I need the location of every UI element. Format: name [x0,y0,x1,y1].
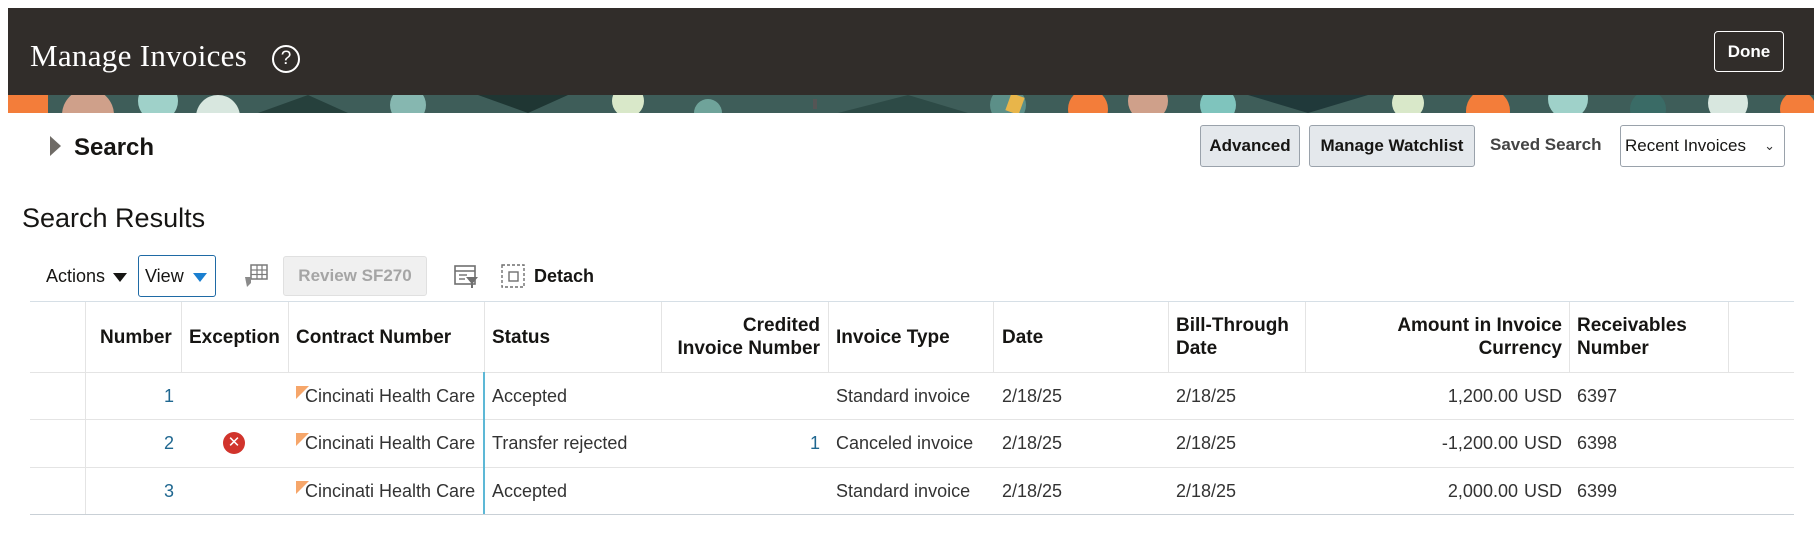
detach-button[interactable]: Detach [534,266,594,287]
credited-invoice-link[interactable]: 1 [662,432,820,454]
actions-menu-label: Actions [46,266,106,286]
column-divider [1728,302,1729,372]
currency-code: USD [1523,433,1562,453]
date-cell: 2/18/25 [1002,481,1063,501]
table-bottom-border [30,514,1794,515]
error-circle-icon[interactable]: ✕ [223,432,245,454]
review-sf270-label: Review SF270 [298,266,412,285]
invoice-number-link[interactable]: 1 [100,385,174,407]
row-divider [30,467,1794,468]
caret-down-icon [193,273,207,282]
amount-cell: 1,200.00 USD [1306,385,1562,407]
receivables-number-cell: 6397 [1577,386,1618,406]
column-header-date[interactable]: Date [1002,326,1043,349]
column-header-text: Amount in Invoice [1397,315,1562,336]
advanced-button-label: Advanced [1209,136,1291,155]
column-divider [1168,302,1169,372]
column-header-number[interactable]: Number [100,326,172,349]
receivables-number-cell: 6398 [1577,433,1618,453]
amount-cell: 2,000.00 USD [1306,480,1562,502]
column-header-contract-number[interactable]: Contract Number [296,326,451,349]
column-header-text: Currency [1478,338,1562,359]
freeze-columns-icon[interactable] [243,263,269,294]
page-header: Manage Invoices ? Done [8,8,1814,95]
saved-search-value: Recent Invoices [1625,136,1746,155]
actions-menu[interactable]: Actions [46,266,128,287]
column-header-credited-invoice-number[interactable]: Credited Invoice Number [662,314,820,360]
status-cell: Transfer rejected [492,433,628,453]
decorative-banner [8,95,1814,113]
contract-number-cell: Cincinati Health Care [305,481,476,501]
invoice-type-cell: Standard invoice [836,386,971,406]
bill-through-date-cell: 2/18/25 [1176,481,1237,501]
invoice-number-link[interactable]: 2 [100,432,174,454]
column-header-text: Receivables [1577,315,1687,336]
invoice-number-link[interactable]: 3 [100,480,174,502]
column-header-status[interactable]: Status [492,326,550,349]
date-cell: 2/18/25 [1002,433,1063,453]
date-cell: 2/18/25 [1002,386,1063,406]
chevron-down-icon: ⌄ [1764,138,1775,153]
contract-number-cell: Cincinati Health Care [305,433,476,453]
done-button[interactable]: Done [1714,31,1784,72]
column-header-receivables-number[interactable]: Receivables Number [1577,314,1687,360]
caret-down-icon [113,272,128,282]
amount-value: -1,200.00 [1441,433,1518,453]
column-header-amount-in-invoice-currency[interactable]: Amount in Invoice Currency [1306,314,1562,360]
header-row-divider [30,372,1794,373]
bill-through-date-cell: 2/18/25 [1176,386,1237,406]
currency-code: USD [1523,386,1562,406]
amount-value: 2,000.00 [1447,481,1518,501]
search-section-label[interactable]: Search [74,134,154,162]
invoice-type-cell: Canceled invoice [836,433,974,453]
view-menu-label: View [145,266,184,286]
manage-watchlist-label: Manage Watchlist [1320,136,1464,155]
table-top-border [30,301,1794,302]
column-header-text: Date [1176,338,1218,359]
status-cell: Accepted [492,386,568,406]
help-icon[interactable]: ? [272,45,300,73]
column-header-text: Invoice Number [677,338,820,359]
advanced-button[interactable]: Advanced [1200,125,1300,167]
column-header-bill-through-date[interactable]: Bill-Through Date [1176,314,1289,360]
amount-value: 1,200.00 [1447,386,1518,406]
page-title: Manage Invoices [30,38,248,73]
column-divider [181,302,182,372]
column-divider [1569,302,1570,372]
column-divider [484,302,485,372]
amount-cell: -1,200.00 USD [1306,432,1562,454]
column-header-exception[interactable]: Exception [189,326,280,349]
frozen-columns-divider[interactable] [483,372,485,514]
status-cell: Accepted [492,481,568,501]
receivables-number-cell: 6399 [1577,481,1618,501]
saved-search-label: Saved Search [1490,135,1602,154]
row-divider [30,419,1794,420]
column-divider [288,302,289,372]
disclosure-triangle-icon[interactable] [50,136,61,156]
currency-code: USD [1523,481,1562,501]
detach-icon[interactable] [500,263,526,294]
column-header-text: Credited [742,315,820,336]
selector-column-divider [85,302,86,514]
review-sf270-button[interactable]: Review SF270 [283,256,427,296]
column-header-text: Bill-Through [1176,315,1289,336]
column-divider [993,302,994,372]
invoice-type-cell: Standard invoice [836,481,971,501]
bill-through-date-cell: 2/18/25 [1176,433,1237,453]
contract-number-cell: Cincinati Health Care [305,386,476,406]
column-header-invoice-type[interactable]: Invoice Type [836,326,950,349]
query-by-example-icon[interactable] [453,263,479,294]
column-divider [828,302,829,372]
search-results-title: Search Results [22,203,206,233]
saved-search-select[interactable]: Recent Invoices ⌄ [1620,125,1785,167]
manage-watchlist-button[interactable]: Manage Watchlist [1309,125,1475,167]
column-header-text: Number [1577,338,1649,359]
view-menu[interactable]: View [138,255,216,297]
